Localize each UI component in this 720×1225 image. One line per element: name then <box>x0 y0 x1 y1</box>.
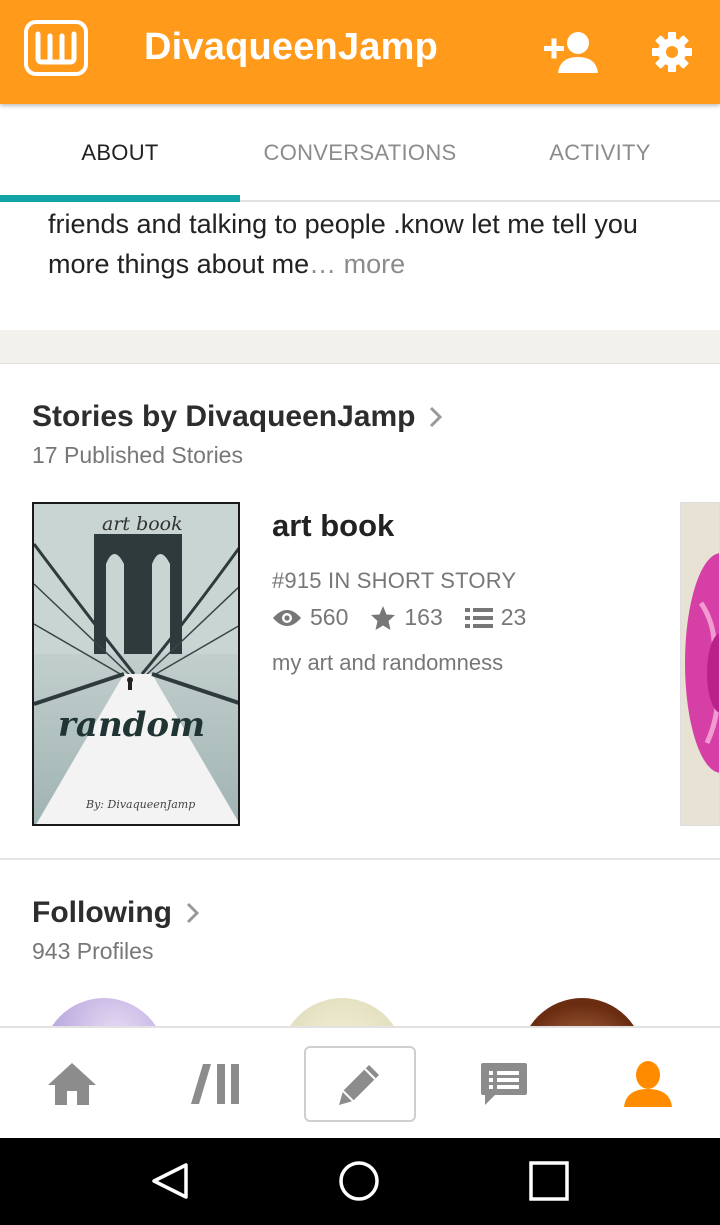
stories-count: 17 Published Stories <box>32 442 243 468</box>
votes-count: 163 <box>404 604 443 630</box>
system-nav-bar <box>0 1138 720 1225</box>
next-story-cover[interactable] <box>680 502 720 826</box>
story-stats: 560 163 23 <box>272 604 548 631</box>
profile-icon[interactable] <box>576 1028 720 1140</box>
about-ellipsis: … <box>309 249 337 279</box>
back-icon[interactable] <box>140 1156 200 1206</box>
home-circle-icon[interactable] <box>329 1156 389 1206</box>
following-count: 943 Profiles <box>32 938 154 964</box>
avatar[interactable] <box>520 998 644 1026</box>
avatar[interactable] <box>42 998 166 1026</box>
library-icon[interactable] <box>144 1028 288 1140</box>
section-divider <box>0 330 720 364</box>
cover-main-text: random <box>58 705 205 745</box>
home-icon[interactable] <box>0 1028 144 1140</box>
parts-count: 23 <box>500 604 527 630</box>
recents-square-icon[interactable] <box>519 1156 579 1206</box>
write-pencil-icon[interactable] <box>304 1046 416 1122</box>
chevron-right-icon <box>430 406 443 428</box>
profile-tabs: ABOUT CONVERSATIONS ACTIVITY <box>0 104 720 202</box>
avatar[interactable] <box>280 998 404 1026</box>
reads-stat: 560 <box>272 604 348 631</box>
star-icon <box>371 605 396 630</box>
wattpad-logo-icon[interactable] <box>24 20 88 76</box>
parts-stat: 23 <box>464 604 527 631</box>
about-text-block: friends and talking to people .know let … <box>48 204 688 284</box>
page-title: DivaqueenJamp <box>144 26 439 68</box>
about-more-link[interactable]: more <box>344 249 406 279</box>
cover-byline: By: DivaqueenJamp <box>85 798 195 811</box>
stories-title: Stories by DivaqueenJamp <box>32 400 416 433</box>
about-section: friends and talking to people .know let … <box>0 202 720 330</box>
votes-stat: 163 <box>370 604 443 631</box>
settings-gear-icon[interactable] <box>644 24 700 80</box>
follow-user-icon[interactable] <box>544 24 600 80</box>
tab-activity[interactable]: ACTIVITY <box>480 104 720 202</box>
reads-count: 560 <box>310 604 349 630</box>
following-section: Following 943 Profiles <box>0 860 720 1026</box>
app-bar: DivaqueenJamp <box>0 0 720 104</box>
stories-header[interactable]: Stories by DivaqueenJamp <box>32 400 443 434</box>
following-header[interactable]: Following <box>32 896 200 930</box>
story-description: my art and randomness <box>272 650 504 675</box>
chevron-right-icon <box>186 902 200 924</box>
bottom-nav <box>0 1026 720 1138</box>
messages-icon[interactable] <box>432 1028 576 1140</box>
story-title[interactable]: art book <box>272 508 394 544</box>
story-cover[interactable]: art book random By: DivaqueenJamp <box>32 502 240 826</box>
tab-indicator <box>0 195 240 202</box>
list-icon <box>464 607 493 628</box>
tab-conversations[interactable]: CONVERSATIONS <box>240 104 480 202</box>
tab-about[interactable]: ABOUT <box>0 104 240 202</box>
eye-icon <box>273 609 301 626</box>
cover-top-text: art book <box>102 513 183 535</box>
story-rank: #915 IN SHORT STORY <box>272 568 517 593</box>
following-title: Following <box>32 896 172 929</box>
stories-section: Stories by DivaqueenJamp 17 Published St… <box>0 364 720 860</box>
